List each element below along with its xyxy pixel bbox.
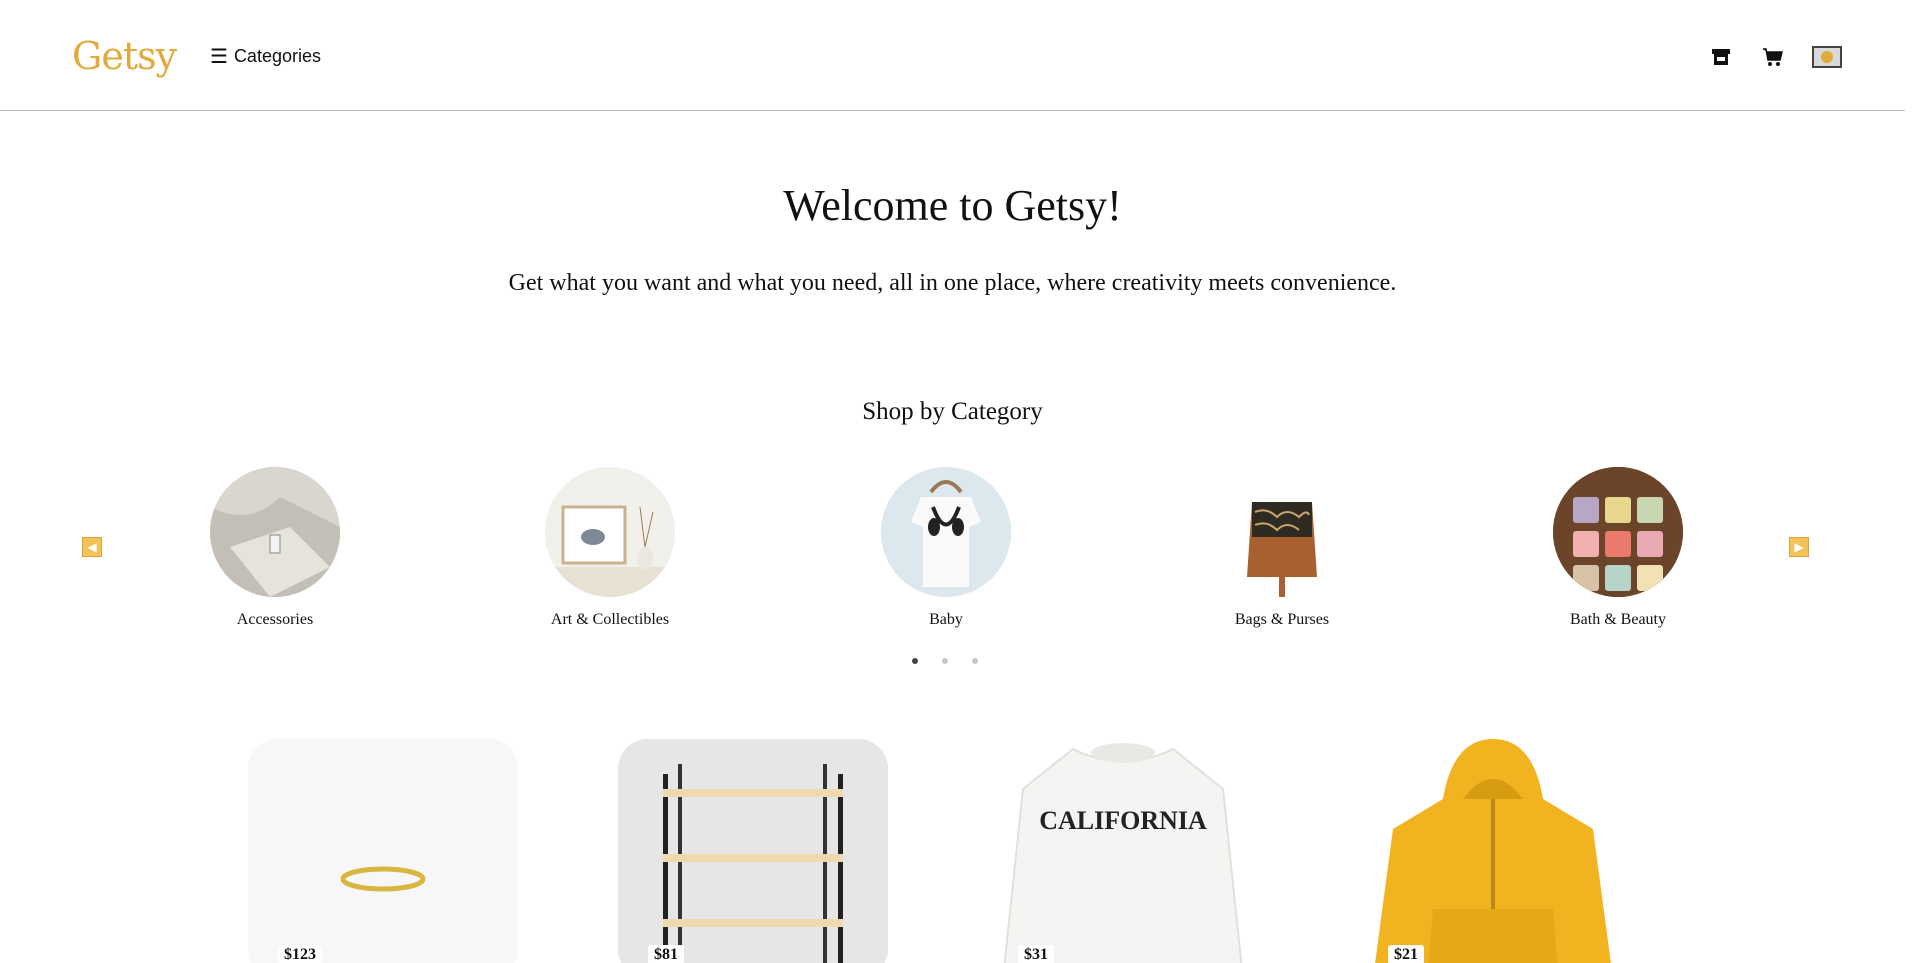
categories-label: Categories <box>233 46 321 66</box>
category-label: Baby <box>929 611 963 628</box>
category-label: Bags & Purses <box>1234 611 1330 628</box>
hero-subtitle: Get what you want and what you need, all… <box>508 270 1397 296</box>
category-image-bath <box>1553 467 1683 597</box>
category-image-baby <box>881 467 1011 597</box>
avatar <box>1821 51 1833 63</box>
product-image-ring <box>248 739 518 963</box>
product-image-hoodie <box>1358 739 1628 963</box>
category-image-bags <box>1217 467 1347 597</box>
hamburger-icon: ☰ <box>210 45 228 68</box>
category-baby[interactable]: Baby <box>856 467 1036 629</box>
product-card-hoodie[interactable]: $21 <box>1358 739 1628 963</box>
user-avatar-icon[interactable] <box>1812 46 1842 68</box>
category-image-art <box>545 467 675 597</box>
category-bags-purses[interactable]: Bags & Purses <box>1192 467 1372 629</box>
logo[interactable]: Getsy <box>72 34 177 78</box>
category-label: Bath & Beauty <box>1570 611 1666 628</box>
category-accessories[interactable]: Accessories <box>185 467 365 629</box>
category-label: Art & Collectibles <box>550 611 670 628</box>
carousel-next-button[interactable]: ▶ <box>1789 537 1809 557</box>
chevron-right-icon: ▶ <box>1794 540 1804 554</box>
page-title: Welcome to Getsy! <box>783 181 1122 230</box>
carousel-dot-2[interactable] <box>942 658 948 664</box>
category-image-accessories <box>210 467 340 597</box>
carousel-dot-3[interactable] <box>972 658 978 664</box>
product-card-sweatshirt[interactable]: CALIFORNIA $31 <box>988 739 1258 963</box>
product-image-sweatshirt: CALIFORNIA <box>988 739 1258 963</box>
chevron-left-icon: ◀ <box>87 540 97 554</box>
carousel-prev-button[interactable]: ◀ <box>82 537 102 557</box>
product-price: $21 <box>1388 945 1424 963</box>
product-price: $123 <box>278 945 322 963</box>
product-price: $31 <box>1018 945 1054 963</box>
store-icon[interactable] <box>1708 46 1734 68</box>
product-image-shelf <box>618 739 888 963</box>
carousel-dot-1[interactable] <box>912 658 918 664</box>
site-header: Getsy ☰ Categories <box>0 0 1905 111</box>
product-price: $81 <box>648 945 684 963</box>
product-card-shelf[interactable]: $81 <box>618 739 888 963</box>
category-label: Accessories <box>236 611 314 628</box>
category-bath-beauty[interactable]: Bath & Beauty <box>1528 467 1708 629</box>
svg-text:CALIFORNIA: CALIFORNIA <box>1039 806 1207 835</box>
category-art-collectibles[interactable]: Art & Collectibles <box>520 467 700 629</box>
product-card-ring[interactable]: $123 <box>248 739 518 963</box>
categories-menu-button[interactable]: ☰ Categories <box>210 46 321 67</box>
shop-by-category-title: Shop by Category <box>862 398 1043 425</box>
carousel-pagination <box>912 658 978 664</box>
header-icons <box>1708 46 1842 68</box>
cart-icon[interactable] <box>1760 46 1786 68</box>
